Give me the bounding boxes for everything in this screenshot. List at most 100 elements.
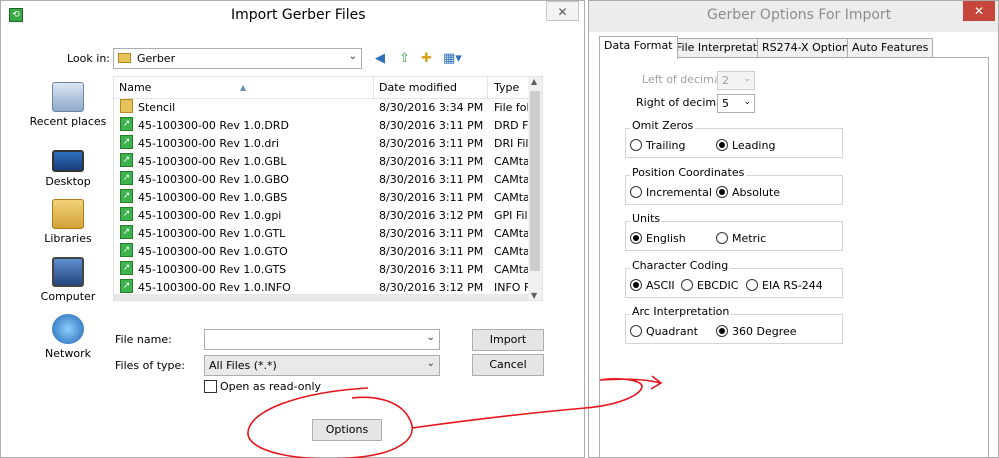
radio-label: Quadrant [646, 325, 698, 338]
radio-icon [746, 279, 758, 291]
file-name-cell: 45-100300-00 Rev 1.0.dri [138, 137, 279, 150]
gerber-file-icon: ↗ [120, 117, 133, 131]
file-row[interactable]: ↗ 45-100300-00 Rev 1.0.GBS 8/30/2016 3:11 … [114, 189, 530, 207]
file-type-cell: CAMta [494, 173, 530, 186]
group-title: Units [630, 212, 663, 225]
radio-trailing[interactable]: Trailing [630, 139, 686, 152]
gerber-file-icon: ↗ [120, 171, 133, 185]
gerber-file-icon: ↗ [120, 135, 133, 149]
radio-icon [681, 279, 693, 291]
chevron-down-icon: ⌄ [426, 358, 435, 369]
file-list[interactable]: ▲ Name Date modified Type Stencil 8/30/20… [113, 76, 543, 301]
scroll-down-icon[interactable]: ▼ [531, 291, 537, 300]
file-name-cell: Stencil [138, 101, 176, 114]
radio-label: EIA RS-244 [762, 279, 823, 292]
sort-ascending-icon: ▲ [240, 83, 247, 92]
import-gerber-dialog: ⟲ Import Gerber Files ✕ Look in: Gerber … [0, 0, 585, 458]
column-header-date[interactable]: Date modified [379, 77, 457, 99]
tab-auto-features[interactable]: Auto Features [847, 38, 934, 58]
cancel-button[interactable]: Cancel [472, 354, 544, 376]
column-divider[interactable] [487, 77, 488, 99]
radio-incremental[interactable]: Incremental [630, 186, 712, 199]
place-libraries[interactable]: Libraries [23, 199, 113, 245]
chevron-down-icon: ⌄ [348, 51, 357, 62]
radio-label: EBCDIC [697, 279, 739, 292]
column-header-type[interactable]: Type [494, 77, 519, 99]
units-group: Units English Metric [625, 212, 843, 251]
radio-label: Incremental [646, 186, 712, 199]
character-coding-group: Character Coding ASCII EBCDIC EIA RS-244 [625, 259, 843, 298]
place-label: Network [45, 347, 91, 360]
look-in-value: Gerber [137, 52, 176, 65]
column-header-name[interactable]: Name [119, 77, 151, 99]
options-button[interactable]: Options [312, 419, 382, 441]
radio-metric[interactable]: Metric [716, 232, 766, 245]
dialog-title: Gerber Options For Import [707, 7, 892, 23]
place-recent-places[interactable]: Recent places [23, 82, 113, 128]
gerber-file-icon: ↗ [120, 279, 133, 293]
new-folder-icon[interactable]: ✚ [421, 51, 432, 66]
read-only-checkbox[interactable] [204, 380, 217, 393]
right-of-decimal-label: Right of decimal: [636, 96, 730, 109]
file-type-cell: DRI File [494, 137, 530, 150]
right-of-decimal-select[interactable]: 5 ⌄ [717, 94, 755, 113]
radio-absolute[interactable]: Absolute [716, 186, 780, 199]
file-date-cell: 8/30/2016 3:34 PM [379, 101, 484, 114]
file-row[interactable]: ↗ 45-100300-00 Rev 1.0.GTO 8/30/2016 3:11 … [114, 243, 530, 261]
chevron-down-icon: ⌄ [426, 332, 435, 343]
file-name-cell: 45-100300-00 Rev 1.0.GBL [138, 155, 287, 168]
radio-360-degree[interactable]: 360 Degree [716, 325, 797, 338]
column-divider[interactable] [373, 77, 374, 99]
dialog-title: Import Gerber Files [231, 7, 366, 23]
radio-leading[interactable]: Leading [716, 139, 775, 152]
files-of-type-select[interactable]: All Files (*.*) ⌄ [204, 355, 440, 376]
desktop-icon [52, 150, 84, 172]
file-row[interactable]: ↗ 45-100300-00 Rev 1.0.GBO 8/30/2016 3:11 … [114, 171, 530, 189]
up-folder-icon[interactable]: ⇧ [399, 51, 410, 66]
horizontal-scrollbar[interactable] [114, 294, 528, 300]
file-row[interactable]: ↗ 45-100300-00 Rev 1.0.GTS 8/30/2016 3:11 … [114, 261, 530, 279]
scroll-up-icon[interactable]: ▲ [531, 77, 537, 86]
right-of-decimal-value: 5 [722, 97, 729, 110]
group-title: Character Coding [630, 259, 731, 272]
title-bar[interactable]: Gerber Options For Import ✕ [589, 1, 998, 32]
tab-data-format[interactable]: Data Format [599, 36, 678, 59]
radio-label: Leading [732, 139, 776, 152]
file-name-input[interactable]: ⌄ [204, 329, 440, 350]
file-row[interactable]: Stencil 8/30/2016 3:34 PM File fol [114, 99, 530, 117]
radio-ebcdic[interactable]: EBCDIC [681, 279, 738, 292]
data-format-panel: Left of decimal: 2 ⌄ Right of decimal: 5 ⌄… [599, 57, 989, 457]
radio-eia-rs-244[interactable]: EIA RS-244 [746, 279, 823, 292]
group-title: Omit Zeros [630, 119, 696, 132]
radio-quadrant[interactable]: Quadrant [630, 325, 698, 338]
file-name-cell: 45-100300-00 Rev 1.0.GTL [138, 227, 286, 240]
file-date-cell: 8/30/2016 3:11 PM [379, 263, 484, 276]
recent-places-icon [52, 82, 84, 112]
back-icon[interactable]: ◀ [375, 51, 385, 66]
gerber-file-icon: ↗ [120, 243, 133, 257]
vertical-scrollbar[interactable]: ▲ ▼ [528, 77, 542, 300]
look-in-combo[interactable]: Gerber ⌄ [113, 48, 362, 69]
import-button[interactable]: Import [472, 329, 544, 351]
file-row[interactable]: ↗ 45-100300-00 Rev 1.0.GBL 8/30/2016 3:11 … [114, 153, 530, 171]
view-menu-icon[interactable]: ▦▾ [443, 51, 462, 66]
file-row[interactable]: ↗ 45-100300-00 Rev 1.0.dri 8/30/2016 3:11 … [114, 135, 530, 153]
title-bar[interactable]: ⟲ Import Gerber Files ✕ [1, 1, 584, 32]
file-date-cell: 8/30/2016 3:11 PM [379, 227, 484, 240]
place-network[interactable]: Network [23, 314, 113, 360]
close-button[interactable]: ✕ [963, 1, 995, 21]
file-row[interactable]: ↗ 45-100300-00 Rev 1.0.GTL 8/30/2016 3:11 … [114, 225, 530, 243]
tab-rs274x-options[interactable]: RS274-X Options [757, 38, 860, 58]
file-row[interactable]: ↗ 45-100300-00 Rev 1.0.DRD 8/30/2016 3:11 … [114, 117, 530, 135]
place-desktop[interactable]: Desktop [23, 146, 113, 188]
radio-icon [716, 325, 728, 337]
place-computer[interactable]: Computer [23, 257, 113, 303]
file-type-cell: CAMta [494, 191, 530, 204]
file-name-cell: 45-100300-00 Rev 1.0.GTO [138, 245, 288, 258]
radio-ascii[interactable]: ASCII [630, 279, 675, 292]
close-button[interactable]: ✕ [546, 1, 579, 21]
left-of-decimal-value: 2 [722, 74, 729, 87]
radio-english[interactable]: English [630, 232, 686, 245]
file-row[interactable]: ↗ 45-100300-00 Rev 1.0.gpi 8/30/2016 3:12 … [114, 207, 530, 225]
scroll-thumb[interactable] [530, 91, 540, 271]
